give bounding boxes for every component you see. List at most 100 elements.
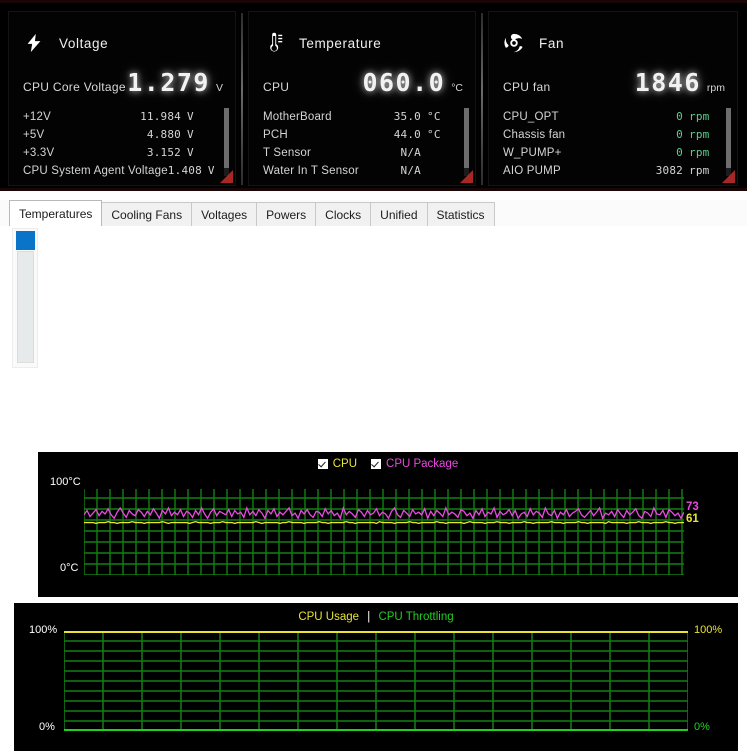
legend-label-cpu-package: CPU Package bbox=[386, 458, 459, 470]
reading-name: CPU System Agent Voltage bbox=[23, 165, 168, 177]
content-area: CPU CPU Package 100°C 0°C 73 61 CPU Usag… bbox=[0, 226, 747, 751]
tab-cooling-fans[interactable]: Cooling Fans bbox=[101, 202, 193, 226]
reading-name: +12V bbox=[23, 111, 51, 123]
reading-value: 0 bbox=[676, 128, 683, 141]
usage-y-axis-top-right-label: 100% bbox=[694, 624, 723, 636]
temperature-panel-scrollbar[interactable] bbox=[464, 108, 469, 176]
temperatures-plot-svg bbox=[84, 489, 684, 575]
reading-value: N/A bbox=[400, 164, 421, 177]
scrollbar-thumb[interactable] bbox=[16, 231, 35, 250]
temps-reading-cpu-package: 73 bbox=[686, 501, 699, 513]
reading-name: CPU_OPT bbox=[503, 111, 559, 123]
usage-y-axis-top-left-label: 100% bbox=[29, 624, 58, 636]
panel-divider-1 bbox=[241, 13, 243, 185]
temperature-primary-label: CPU bbox=[263, 80, 290, 94]
panel-voltage[interactable]: Voltage CPU Core Voltage 1.279 V +12V 11.… bbox=[8, 11, 236, 186]
reading-name: T Sensor bbox=[263, 147, 312, 159]
reading-unit: °C bbox=[427, 110, 441, 123]
temperature-primary-unit: °C bbox=[451, 82, 463, 94]
tab-temperatures[interactable]: Temperatures bbox=[9, 200, 103, 226]
hardware-monitor-strip: Voltage CPU Core Voltage 1.279 V +12V 11.… bbox=[0, 0, 747, 191]
reading-name: +5V bbox=[23, 129, 45, 141]
reading-value: 44.0 bbox=[393, 128, 421, 141]
tab-list: Temperatures Cooling Fans Voltages Powers Cl… bbox=[9, 200, 495, 226]
temperature-primary-value: 060.0 bbox=[362, 68, 446, 97]
reading-unit: rpm bbox=[689, 128, 710, 141]
reading-name: W_PUMP+ bbox=[503, 147, 562, 159]
panel-temperature-header: Temperature bbox=[263, 32, 381, 54]
legend-item-cpu[interactable]: CPU bbox=[317, 458, 358, 470]
temperature-resize-corner-icon[interactable] bbox=[460, 170, 473, 183]
reading-row: PCH 44.0 °C bbox=[263, 126, 453, 144]
reading-row: W_PUMP+ 0 rpm bbox=[503, 144, 715, 162]
panel-fan[interactable]: Fan CPU fan 1846 rpm CPU_OPT 0 rpm Chassis … bbox=[488, 11, 738, 186]
usage-y-axis-bottom-left-label: 0% bbox=[39, 721, 55, 733]
reading-row: MotherBoard 35.0 °C bbox=[263, 108, 453, 126]
scrollbar-track[interactable] bbox=[17, 251, 34, 363]
legend-item-cpu-package[interactable]: CPU Package bbox=[371, 458, 458, 470]
panel-divider-2 bbox=[481, 13, 483, 185]
reading-row: +5V 4.880 V bbox=[23, 126, 213, 144]
reading-name: AIO PUMP bbox=[503, 165, 561, 177]
tab-statistics[interactable]: Statistics bbox=[426, 202, 495, 226]
usage-y-axis-bottom-right-label: 0% bbox=[694, 721, 710, 733]
fan-panel-scrollbar[interactable] bbox=[726, 108, 731, 176]
voltage-primary-reading: CPU Core Voltage 1.279 V bbox=[23, 68, 223, 97]
temperature-primary-reading: CPU 060.0 °C bbox=[263, 68, 463, 97]
tab-clocks[interactable]: Clocks bbox=[315, 202, 372, 226]
panel-temperature-title: Temperature bbox=[299, 35, 382, 51]
reading-value: 11.984 bbox=[140, 110, 181, 123]
voltage-primary-label: CPU Core Voltage bbox=[23, 80, 126, 94]
legend-label-cpu: CPU bbox=[332, 458, 358, 470]
title-cpu-usage: CPU Usage bbox=[298, 611, 360, 623]
temps-reading-cpu: 61 bbox=[686, 513, 699, 525]
reading-value: 4.880 bbox=[146, 128, 181, 141]
fan-readings-list: CPU_OPT 0 rpm Chassis fan 0 rpm W_PUMP+ 0 rpm AIO… bbox=[503, 108, 715, 180]
reading-unit: rpm bbox=[689, 110, 710, 123]
reading-value: 35.0 bbox=[393, 110, 421, 123]
cpu-usage-plot-area[interactable] bbox=[64, 631, 688, 731]
panel-temperature[interactable]: Temperature CPU 060.0 °C MotherBoard 35.0… bbox=[248, 11, 476, 186]
reading-row: AIO PUMP 3082 rpm bbox=[503, 162, 715, 180]
series-line-cpu bbox=[84, 520, 684, 525]
title-separator: | bbox=[367, 611, 371, 623]
reading-unit: °C bbox=[427, 128, 441, 141]
checkbox-cpu-icon[interactable] bbox=[317, 459, 328, 469]
reading-row: CPU_OPT 0 rpm bbox=[503, 108, 715, 126]
panel-fan-title: Fan bbox=[539, 35, 565, 51]
tab-bar: Temperatures Cooling Fans Voltages Powers Cl… bbox=[0, 200, 747, 227]
fan-primary-value: 1846 bbox=[634, 68, 701, 97]
reading-name: Chassis fan bbox=[503, 129, 566, 141]
temperatures-graph-legend: CPU CPU Package bbox=[38, 458, 738, 470]
reading-row: Chassis fan 0 rpm bbox=[503, 126, 715, 144]
reading-value: 3082 bbox=[655, 164, 683, 177]
voltage-resize-corner-icon[interactable] bbox=[220, 170, 233, 183]
tab-powers[interactable]: Powers bbox=[256, 202, 317, 226]
temperature-readings-list: MotherBoard 35.0 °C PCH 44.0 °C T Sensor N/A Wat… bbox=[263, 108, 453, 180]
temperatures-plot-area[interactable] bbox=[84, 489, 684, 575]
lightning-bolt-icon bbox=[27, 33, 41, 53]
reading-value: 0 bbox=[676, 110, 683, 123]
voltage-readings-list: +12V 11.984 V +5V 4.880 V +3.3V 3.152 V CPU Syste… bbox=[23, 108, 215, 180]
fan-icon bbox=[504, 33, 523, 53]
cpu-usage-graph-title: CPU Usage | CPU Throttling bbox=[14, 611, 738, 623]
tab-voltages[interactable]: Voltages bbox=[191, 202, 258, 226]
content-scrollbar[interactable] bbox=[12, 228, 38, 368]
reading-row: +3.3V 3.152 V bbox=[23, 144, 213, 162]
title-cpu-throttling: CPU Throttling bbox=[378, 611, 454, 623]
checkbox-cpu-package-icon[interactable] bbox=[371, 459, 382, 469]
temps-y-axis-bottom-label: 0°C bbox=[60, 562, 79, 574]
reading-name: +3.3V bbox=[23, 147, 55, 159]
reading-value: 1.408 bbox=[167, 164, 202, 177]
tab-unified[interactable]: Unified bbox=[370, 202, 428, 226]
reading-unit: rpm bbox=[689, 146, 710, 159]
panel-voltage-header: Voltage bbox=[23, 32, 108, 54]
reading-name: PCH bbox=[263, 129, 288, 141]
reading-name: Water In T Sensor bbox=[263, 165, 359, 177]
voltage-panel-scrollbar[interactable] bbox=[224, 108, 229, 176]
fan-resize-corner-icon[interactable] bbox=[722, 170, 735, 183]
reading-row: T Sensor N/A bbox=[263, 144, 453, 162]
reading-row: Water In T Sensor N/A bbox=[263, 162, 453, 180]
reading-value: N/A bbox=[400, 146, 421, 159]
fan-primary-unit: rpm bbox=[706, 82, 725, 94]
